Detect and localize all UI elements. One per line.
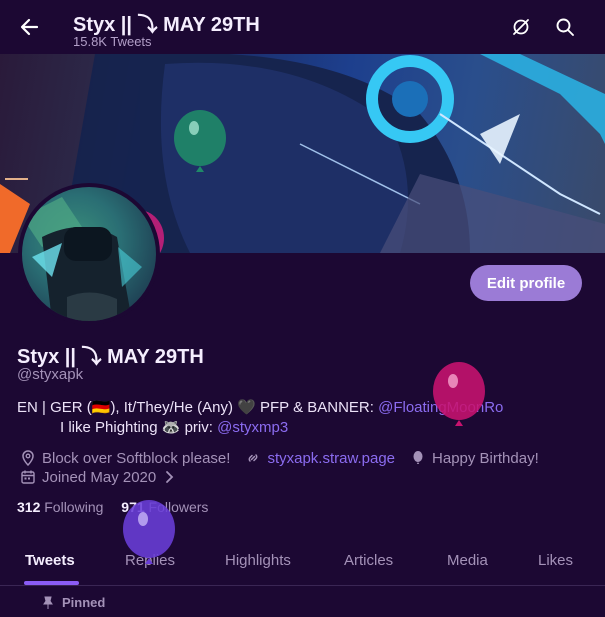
profile-display-name: Styx || ⤵ MAY 29TH [17,346,204,368]
following-count: 312 [17,499,41,515]
calendar-icon [19,468,37,486]
follow-stats: 312 Following 971 Followers [17,499,208,515]
tab-articles[interactable]: Articles [344,552,393,569]
tab-tweets[interactable]: Tweets [25,552,75,569]
pin-icon [42,596,54,610]
bio-mention-link[interactable]: @styxmp3 [217,419,288,436]
sync-disabled-icon [513,19,529,35]
profile-avatar[interactable] [18,183,160,325]
tab-media[interactable]: Media [447,552,488,569]
chevron-right-icon[interactable] [160,468,178,486]
raccoon-emoji: 🦝 [161,419,181,436]
bio-text: ), It/They/He (Any) [110,399,238,416]
bio-text: EN | GER ( [17,399,92,416]
profile-header: Styx || ⤵ MAY 29TH 15.8K Tweets [0,0,605,54]
followers-link[interactable]: 971 Followers [121,499,208,515]
active-tab-indicator [24,581,79,585]
pinned-tweet-label: Pinned [42,595,105,610]
link-icon [244,449,262,467]
header-tweet-count: 15.8K Tweets [73,34,152,49]
profile-meta-row-1: Block over Softblock please! styxapk.str… [19,449,539,467]
location-icon [19,449,37,467]
followers-count: 971 [121,499,145,515]
bio-line-1: EN | GER (🇩🇪), It/They/He (Any) 🖤 PFP & … [17,398,503,416]
tab-likes[interactable]: Likes [538,552,573,569]
following-label: Following [44,499,104,515]
balloon-icon [409,449,427,467]
profile-joined-date: Joined May 2020 [42,468,157,486]
edit-profile-button[interactable]: Edit profile [470,265,582,301]
profile-meta-row-2: Joined May 2020 [19,468,183,486]
header-title: Styx || ⤵ MAY 29TH [73,14,260,36]
bio-text: PFP & BANNER: [255,399,379,416]
search-button[interactable] [552,14,578,40]
following-link[interactable]: 312 Following [17,499,103,515]
bio-text: priv: [180,419,218,436]
black-heart-emoji: 🖤 [237,399,256,416]
sync-disabled-button[interactable] [508,14,534,40]
profile-website-link[interactable]: styxapk.straw.page [267,450,395,467]
bio-line-2: I like Phighting 🦝 priv: @styxmp3 [60,418,288,436]
profile-tabs: Tweets Replies Highlights Articles Media… [0,536,605,586]
pinned-text: Pinned [62,595,106,610]
profile-birthday: Happy Birthday! [432,449,539,467]
profile-location: Block over Softblock please! [42,449,231,467]
tab-highlights[interactable]: Highlights [225,552,291,569]
search-icon [556,18,574,36]
bio-mention-link[interactable]: @FloatingMoonRo [378,399,503,416]
tab-replies[interactable]: Replies [125,552,175,569]
avatar-image [22,187,156,321]
arrow-left-icon [20,18,39,36]
followers-label: Followers [148,499,209,515]
germany-flag-emoji: 🇩🇪 [91,399,111,416]
profile-handle: @styxapk [17,366,84,383]
bio-text: I like Phighting [60,419,162,436]
back-button[interactable] [12,10,46,44]
